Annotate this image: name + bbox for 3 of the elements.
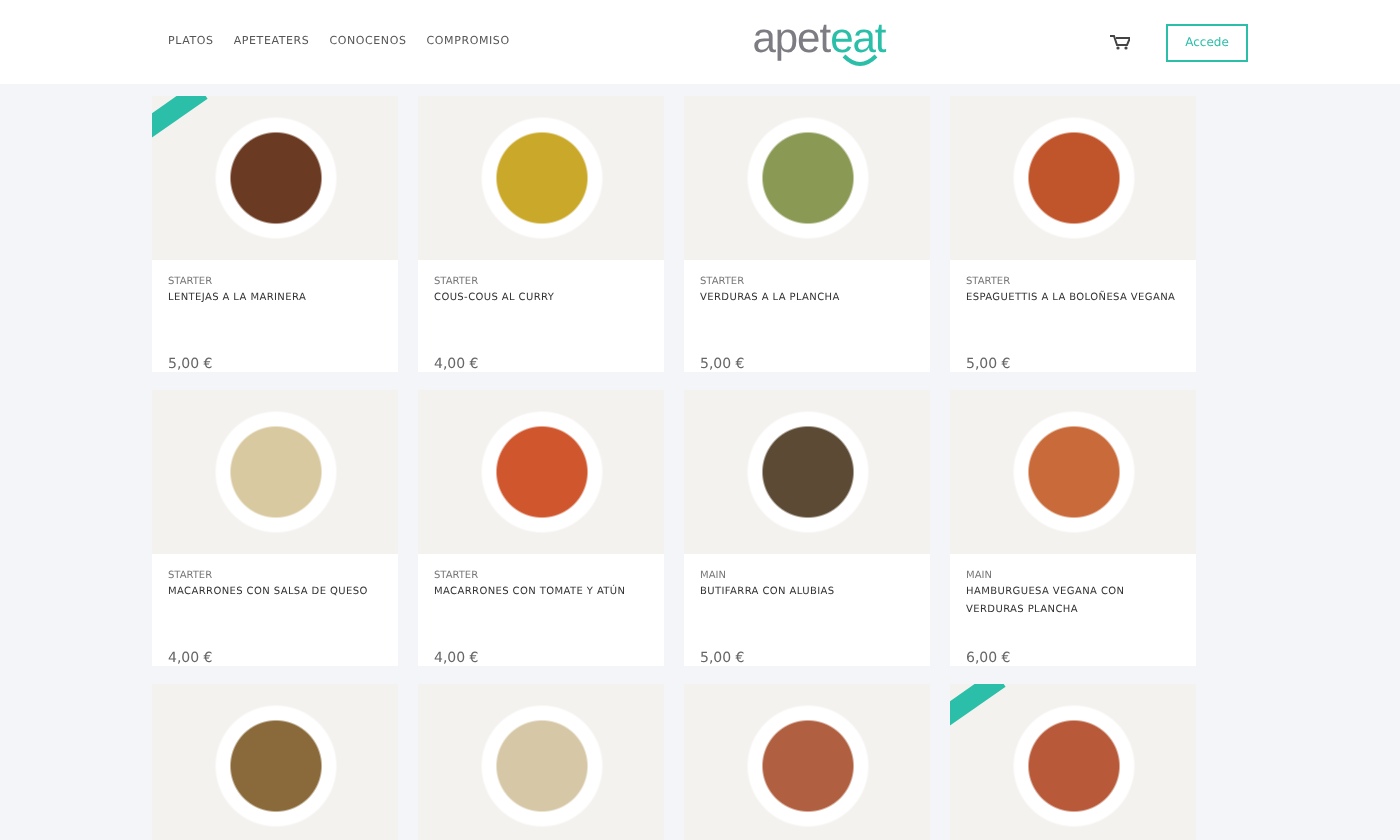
cart-icon[interactable]	[1110, 34, 1130, 50]
logo-text[interactable]: apeteat	[752, 19, 886, 59]
smile-icon	[841, 53, 877, 65]
